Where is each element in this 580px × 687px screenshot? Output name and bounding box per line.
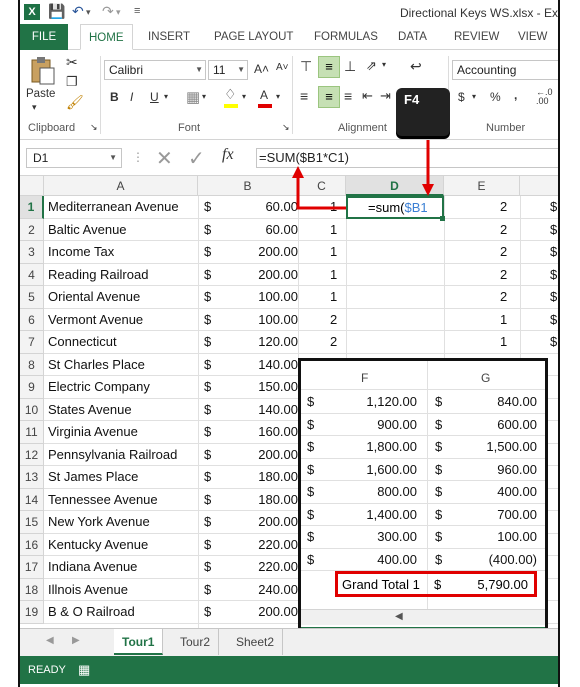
inset-currency-g[interactable]: $ <box>435 484 442 499</box>
scroll-tabs-left-icon[interactable]: ◀ <box>46 635 54 646</box>
status-ready: READY <box>28 664 66 676</box>
inset-currency-f[interactable]: $ <box>307 462 314 477</box>
inset-row: $300.00 $100.00 <box>301 526 545 549</box>
inset-currency-f[interactable]: $ <box>307 417 314 432</box>
scroll-left-icon[interactable]: ◀ <box>395 611 403 622</box>
inset-value-g[interactable]: (400.00) <box>489 552 537 567</box>
inset-columns-f-g: F G $1,120.00 $840.00 $900.00 $600.00 $1,800… <box>298 358 548 654</box>
status-bar: READY ▦ <box>20 656 558 684</box>
sheet-tab-tour2[interactable]: Tour2 <box>172 629 220 655</box>
inset-value-f[interactable]: 1,120.00 <box>366 394 417 409</box>
inset-currency-f[interactable]: $ <box>307 529 314 544</box>
inset-value-f[interactable]: 800.00 <box>377 484 417 499</box>
inset-currency-f[interactable]: $ <box>307 507 314 522</box>
inset-value-f[interactable]: 1,400.00 <box>366 507 417 522</box>
excel-window: X 💾 ↶ ▾ ↷ ▾ ≡ Directional Keys WS.xlsx -… <box>18 0 560 687</box>
inset-value-f[interactable]: 1,800.00 <box>366 439 417 454</box>
inset-currency-g[interactable]: $ <box>435 507 442 522</box>
inset-value-f[interactable]: 400.00 <box>377 552 417 567</box>
inset-value-g[interactable]: 1,500.00 <box>486 439 537 454</box>
grand-total-value: 5,790.00 <box>477 577 528 592</box>
inset-row: $900.00 $600.00 <box>301 414 545 436</box>
inset-currency-g[interactable]: $ <box>435 394 442 409</box>
scroll-tabs-right-icon[interactable]: ▶ <box>72 635 80 646</box>
grand-total-highlight: Grand Total 1 $ 5,790.00 <box>335 571 537 597</box>
inset-currency-g[interactable]: $ <box>435 529 442 544</box>
inset-value-g[interactable]: 960.00 <box>497 462 537 477</box>
inset-currency-g[interactable]: $ <box>435 439 442 454</box>
gridline <box>301 389 545 390</box>
macro-record-icon[interactable]: ▦ <box>78 656 90 684</box>
inset-currency-f[interactable]: $ <box>307 394 314 409</box>
inset-row: $1,120.00 $840.00 <box>301 391 545 414</box>
sheet-tab-bar: ◀ ▶ Tour1 Tour2 Sheet2 <box>20 628 558 656</box>
inset-currency-f[interactable]: $ <box>307 439 314 454</box>
inset-column-header-f: F <box>361 371 369 385</box>
inset-currency-g[interactable]: $ <box>435 462 442 477</box>
inset-row: $800.00 $400.00 <box>301 481 545 504</box>
inset-value-g[interactable]: 840.00 <box>497 394 537 409</box>
sheet-tab-tour1[interactable]: Tour1 <box>114 629 164 655</box>
arrow-head <box>292 166 304 178</box>
inset-value-g[interactable]: 700.00 <box>497 507 537 522</box>
grand-total-label: Grand Total 1 <box>342 577 420 592</box>
inset-currency-f[interactable]: $ <box>307 552 314 567</box>
arrow-head <box>422 184 434 196</box>
inset-row: $1,400.00 $700.00 <box>301 504 545 526</box>
horizontal-scrollbar[interactable]: ◀ <box>301 609 545 625</box>
sheet-tab-sheet2[interactable]: Sheet2 <box>228 629 284 655</box>
inset-value-g[interactable]: 100.00 <box>497 529 537 544</box>
grand-total-currency: $ <box>434 577 442 592</box>
inset-value-f[interactable]: 900.00 <box>377 417 417 432</box>
inset-currency-g[interactable]: $ <box>435 552 442 567</box>
inset-currency-g[interactable]: $ <box>435 417 442 432</box>
inset-currency-f[interactable]: $ <box>307 484 314 499</box>
inset-value-f[interactable]: 1,600.00 <box>366 462 417 477</box>
arrow-cell-to-formula <box>296 176 346 210</box>
inset-column-header-g: G <box>481 371 491 385</box>
inset-value-g[interactable]: 400.00 <box>497 484 537 499</box>
inset-value-g[interactable]: 600.00 <box>497 417 537 432</box>
inset-row: $1,600.00 $960.00 <box>301 459 545 481</box>
inset-row: $400.00 $ (400.00) <box>301 549 545 571</box>
inset-row: $1,800.00 $1,500.00 <box>301 436 545 459</box>
inset-value-f[interactable]: 300.00 <box>377 529 417 544</box>
